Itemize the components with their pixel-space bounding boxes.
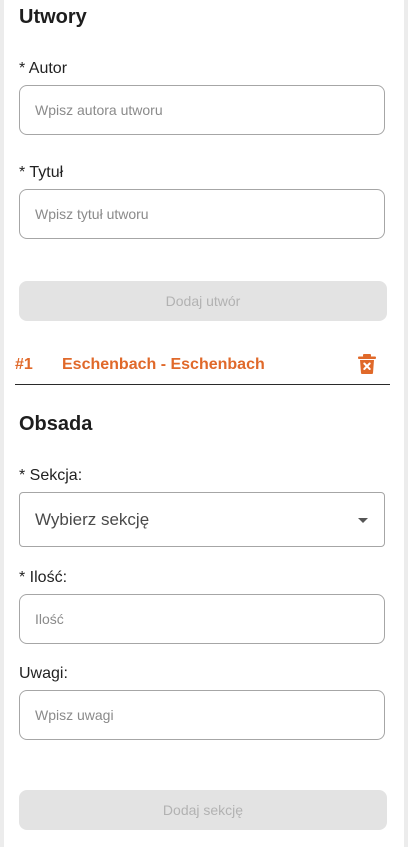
notes-label: Uwagi: [19,665,68,682]
piece-name: Eschenbach - Eschenbach [62,356,265,373]
cast-section-title: Obsada [19,413,93,435]
quantity-label: * Ilość: [19,569,68,586]
section-select[interactable]: Wybierz sekcję [19,492,385,547]
trash-icon[interactable] [358,354,376,374]
notes-input[interactable] [19,690,385,740]
section-label: * Sekcja: [19,467,83,484]
section-select-value: Wybierz sekcję [35,510,150,529]
form-panel: Utwory * Autor * Tytuł Dodaj utwór #1 Es… [4,0,404,847]
add-section-button[interactable]: Dodaj sekcję [19,790,387,830]
piece-number: #1 [15,356,33,373]
piece-list-item: #1 Eschenbach - Eschenbach [15,348,390,385]
pieces-section-title: Utwory [19,6,87,28]
author-label: * Autor [19,60,68,77]
add-piece-button[interactable]: Dodaj utwór [19,281,387,321]
author-input[interactable] [19,85,385,135]
caret-down-icon [358,518,368,523]
piece-title-input[interactable] [19,189,385,239]
quantity-input[interactable] [19,594,385,644]
piece-title-label: * Tytuł [19,164,64,181]
